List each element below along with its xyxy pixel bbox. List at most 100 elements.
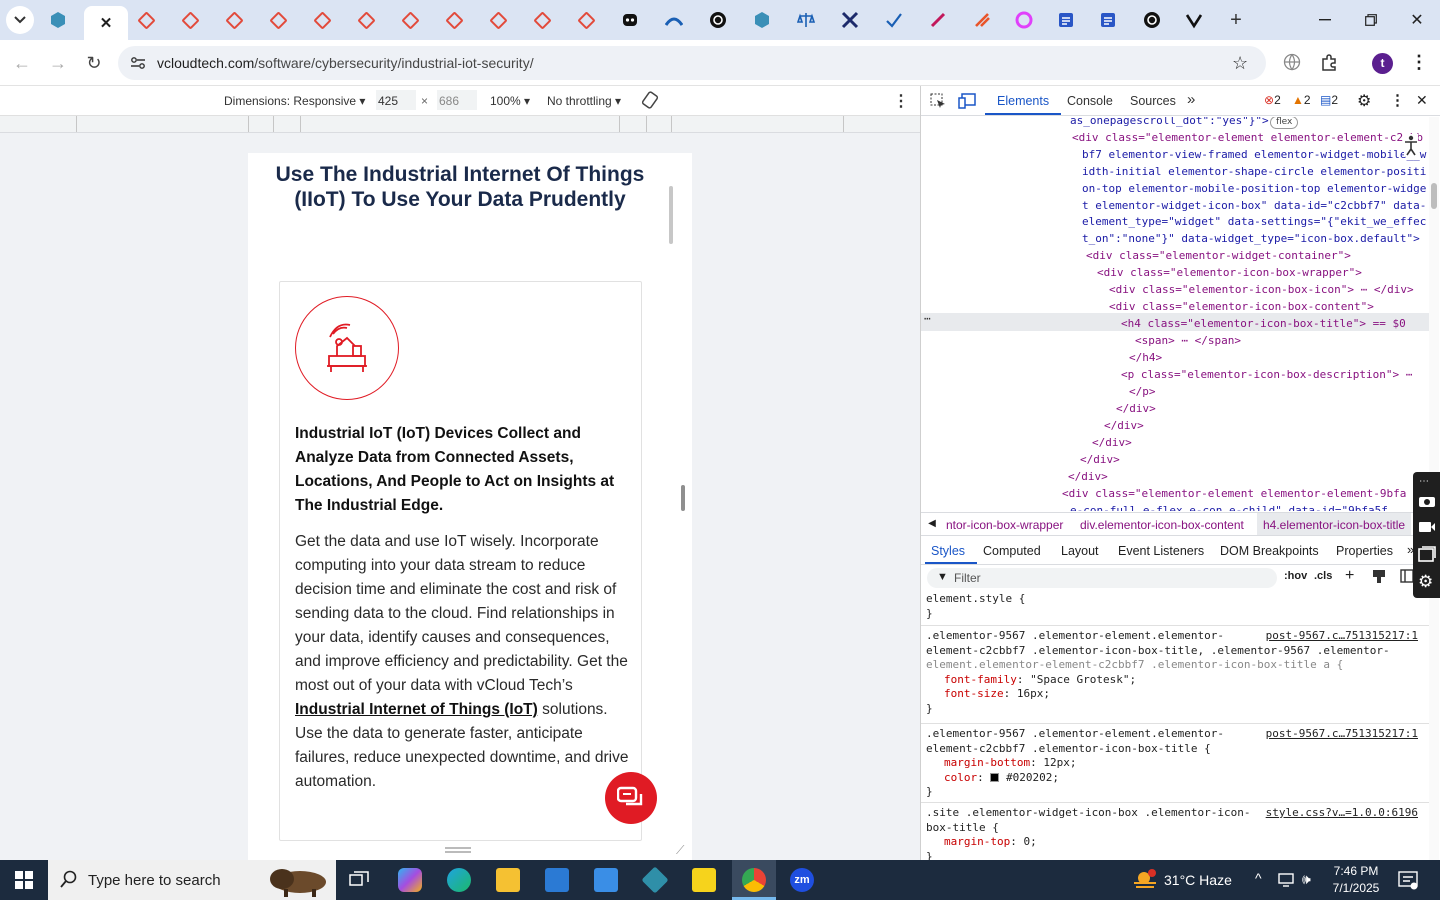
weather-text[interactable]: 31°C Haze <box>1164 872 1232 888</box>
throttle-select[interactable]: No throttling ▾ <box>547 94 621 108</box>
device-more-icon[interactable]: ⋮ <box>893 91 909 111</box>
dom-line[interactable]: bf7 elementor-view-framed elementor-widg… <box>1082 147 1426 164</box>
tab-item[interactable] <box>258 6 298 34</box>
video-icon[interactable] <box>1418 520 1436 537</box>
paint-brush-icon[interactable] <box>1372 569 1386 586</box>
tab-item[interactable] <box>786 6 826 34</box>
color-swatch[interactable] <box>990 772 1000 782</box>
tab-item[interactable] <box>1088 6 1128 34</box>
css-value[interactable]: 12px; <box>1043 756 1076 769</box>
dom-line[interactable]: <div class="elementor-icon-box-wrapper"> <box>1097 265 1362 282</box>
tab-elements[interactable]: Elements <box>997 94 1049 108</box>
tab-styles[interactable]: Styles <box>931 544 965 558</box>
inspect-element-icon[interactable] <box>930 93 946 112</box>
close-tab-icon[interactable]: ✕ <box>100 14 113 32</box>
new-tab-icon[interactable]: + <box>1216 6 1256 34</box>
dom-line[interactable]: t_on":"none"}" data-widget_type="icon-bo… <box>1082 231 1420 248</box>
tab-item[interactable] <box>1174 6 1214 34</box>
tab-console[interactable]: Console <box>1067 94 1113 108</box>
resize-handle-right[interactable] <box>681 485 685 511</box>
side-settings-gear-icon[interactable]: ⚙ <box>1418 572 1433 592</box>
rule-source-link[interactable]: style.css?v…=1.0.0:6196 <box>1266 806 1418 821</box>
styles-scrollbar[interactable] <box>1429 591 1439 860</box>
globe-icon[interactable] <box>1283 53 1301 74</box>
tab-item[interactable] <box>214 6 254 34</box>
dom-line[interactable]: on-top elementor-mobile-position-top ele… <box>1082 181 1426 198</box>
css-value[interactable]: "Space Grotesk"; <box>1030 673 1136 686</box>
devtools-more-icon[interactable]: ⋮ <box>1390 91 1405 109</box>
iiot-link[interactable]: Industrial Internet of Things (IoT) <box>295 701 538 718</box>
taskbar-search[interactable]: Type here to search <box>48 860 336 900</box>
tab-item[interactable] <box>566 6 606 34</box>
close-window-icon[interactable]: ✕ <box>1394 0 1440 40</box>
camera-icon[interactable] <box>1418 494 1436 511</box>
rule-element-style[interactable]: element.style { } <box>926 592 1424 621</box>
clock-time[interactable]: 7:46 PM <box>1333 864 1379 878</box>
sidebar-toggle-icon[interactable] <box>1400 569 1414 586</box>
tab-item[interactable] <box>874 6 914 34</box>
reload-icon[interactable]: ↻ <box>79 48 109 78</box>
profile-avatar[interactable]: t <box>1372 53 1393 74</box>
file-explorer-icon[interactable] <box>496 868 520 892</box>
tab-item[interactable] <box>1004 6 1044 34</box>
tab-item[interactable] <box>1046 6 1086 34</box>
tab-item[interactable] <box>346 6 386 34</box>
css-value[interactable]: #020202; <box>1006 771 1059 784</box>
rotate-icon[interactable] <box>641 91 659 112</box>
dimensions-select[interactable]: Dimensions: Responsive ▾ <box>224 94 365 108</box>
tab-item[interactable] <box>610 6 650 34</box>
browser-menu-icon[interactable]: ⋮ <box>1410 52 1428 73</box>
tab-search-button[interactable] <box>0 6 40 34</box>
tab-item[interactable] <box>698 6 738 34</box>
width-input[interactable]: 425 <box>376 90 416 110</box>
tray-chevron-up-icon[interactable]: ^ <box>1255 870 1262 886</box>
extensions-puzzle-icon[interactable] <box>1320 53 1338 74</box>
dom-line[interactable]: </p> <box>1129 384 1156 401</box>
notifications-icon[interactable] <box>1398 870 1418 893</box>
tab-item[interactable] <box>962 6 1002 34</box>
window-icon[interactable] <box>1418 546 1436 565</box>
back-arrow-icon[interactable]: ← <box>7 48 37 78</box>
resize-corner-icon[interactable]: ⟋ <box>676 843 684 858</box>
dom-line[interactable]: e-con-full e-flex e-con e-child" data-id… <box>1070 503 1388 511</box>
tab-layout[interactable]: Layout <box>1061 544 1099 558</box>
chrome-taskbar-active[interactable] <box>732 860 776 900</box>
rule-source-link[interactable]: post-9567.c…751315217:1 <box>1266 629 1418 644</box>
resize-handle-bottom[interactable] <box>445 847 471 853</box>
tab-item[interactable] <box>830 6 870 34</box>
tab-computed[interactable]: Computed <box>983 544 1041 558</box>
tab-item[interactable] <box>742 6 782 34</box>
dom-line[interactable]: <p class="elementor-icon-box-description… <box>1121 367 1412 384</box>
rule-margin[interactable]: style.css?v…=1.0.0:6196 .site .elementor… <box>926 806 1424 860</box>
hov-button[interactable]: :hov <box>1284 570 1307 582</box>
restore-icon[interactable] <box>1348 0 1394 40</box>
rule-source-link[interactable]: post-9567.c…751315217:1 <box>1266 727 1418 742</box>
css-value[interactable]: 16px; <box>1017 687 1050 700</box>
task-view-icon[interactable] <box>349 871 369 892</box>
dom-scroll-thumb[interactable] <box>1431 183 1437 209</box>
app-hexagon-icon[interactable] <box>641 866 669 894</box>
tab-item-active[interactable]: ✕ <box>84 6 128 40</box>
flex-badge[interactable]: flex <box>1270 117 1299 129</box>
url-text[interactable]: vcloudtech.com/software/cybersecurity/in… <box>157 55 534 71</box>
breadcrumb-item[interactable]: div.elementor-icon-box-content <box>1080 518 1244 532</box>
page-scrollbar[interactable] <box>669 186 673 244</box>
zoom-select[interactable]: 100% ▾ <box>490 94 530 108</box>
copilot-icon[interactable] <box>398 868 422 892</box>
css-value[interactable]: 0; <box>1023 835 1036 848</box>
dom-line[interactable]: t elementor-widget-icon-box" data-id="c2… <box>1082 198 1426 215</box>
bookmark-star-icon[interactable]: ☆ <box>1232 53 1248 74</box>
tab-item[interactable] <box>302 6 342 34</box>
tab-item[interactable] <box>170 6 210 34</box>
dom-line[interactable]: <span> ⋯ </span> <box>1135 333 1241 350</box>
css-property[interactable]: font-family <box>944 673 1017 686</box>
dom-line[interactable]: </div> <box>1104 418 1144 435</box>
network-icon[interactable] <box>1278 872 1296 891</box>
tab-item[interactable] <box>390 6 430 34</box>
edge-icon[interactable] <box>447 868 471 892</box>
error-count[interactable]: ⊗2 <box>1264 93 1281 107</box>
clock-date[interactable]: 7/1/2025 <box>1330 881 1382 895</box>
dom-line[interactable]: <div class="elementor-element elementor-… <box>1062 486 1406 503</box>
more-tabs-icon[interactable]: » <box>1187 91 1195 108</box>
accessibility-icon[interactable] <box>1404 134 1418 156</box>
